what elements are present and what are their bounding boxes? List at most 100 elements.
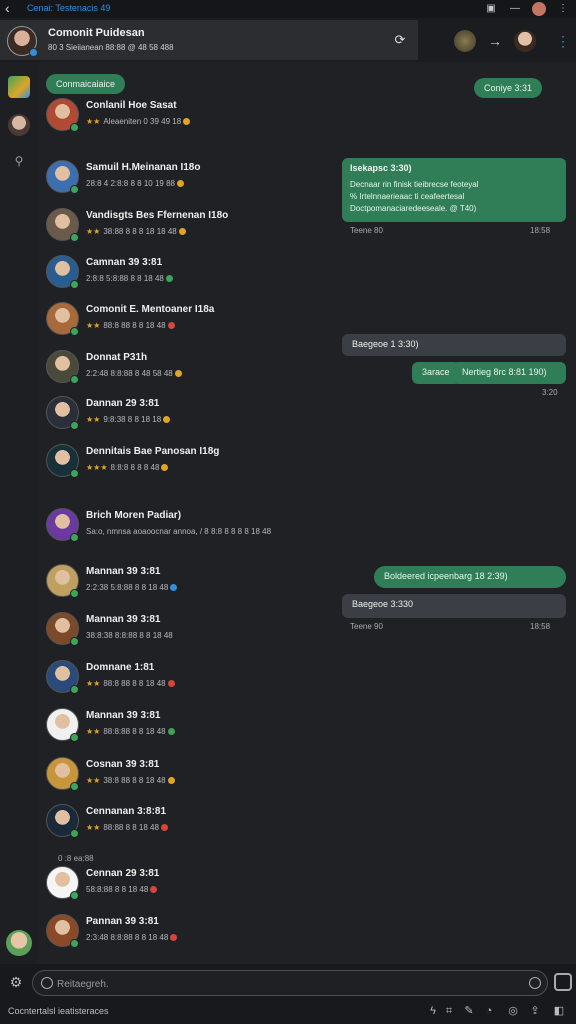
card-line-2: % Irtelnnaerieaac ti ceafeertesal — [350, 192, 465, 201]
reaction-icon[interactable] — [183, 118, 191, 125]
stars-icon: ★★★ — [86, 463, 108, 472]
header-subtitle: 80 3 Sieiianean 88:88 @ 48 58 488 — [48, 43, 174, 52]
row-meta-text: 8:8:8 8 8 8 48 — [110, 463, 160, 472]
self-avatar[interactable] — [6, 930, 32, 956]
reaction-icon[interactable] — [170, 934, 178, 941]
reaction-icon[interactable] — [174, 370, 182, 377]
window-icon[interactable]: ▣ — [484, 2, 498, 16]
reaction-dots — [173, 369, 184, 378]
feed-row[interactable]: Pannan 39 3:81 2:3:48 8:8:88 8 8 18 48 — [46, 914, 346, 950]
share-icon[interactable]: ⇪ — [528, 1004, 542, 1018]
message-card[interactable]: Isekapsc 3:30) Decnaar rin finisk tieibr… — [342, 158, 566, 222]
row-meta: 2:3:48 8:8:88 8 8 18 48 — [86, 933, 179, 942]
reaction-icon[interactable] — [161, 464, 169, 471]
reaction-icon[interactable] — [160, 824, 168, 831]
row-meta-text: 9:8:38 8 8 18 18 — [103, 415, 162, 424]
reaction-icon[interactable] — [165, 275, 173, 282]
feed-row[interactable]: Mannan 39 3:81 38:8:38 8:8:88 8 8 18 48 — [46, 612, 346, 648]
feed-row[interactable]: Cennan 29 3:81 58:8:88 8 8 18 48 — [46, 866, 346, 902]
reaction-icon[interactable] — [176, 180, 184, 187]
feed-row[interactable]: Mannan 39 3:81 ★★ 88:8:88 8 8 18 48 — [46, 708, 346, 744]
feed-row[interactable]: Mannan 39 3:81 2:2:38 5:8:88 8 8 18 48 — [46, 564, 346, 600]
pen-icon[interactable]: ✎ — [462, 1004, 476, 1018]
reaction-icon[interactable] — [170, 584, 178, 591]
user-avatar-icon[interactable] — [514, 30, 536, 52]
row-meta: ★★★ 8:8:8 8 8 8 48 — [86, 463, 170, 472]
row-meta-text: 88:8:88 8 8 18 48 — [103, 727, 166, 736]
green-pill-b[interactable]: Nertieg 8rc 8:81 190) — [452, 362, 566, 384]
right-pill-top[interactable]: Coniye 3:31 — [474, 78, 543, 98]
reaction-icon[interactable] — [167, 728, 175, 735]
composer: ⚙ Cocntertalsl ieatisteraces ϟ ⌗ ✎ ◔ ◎ ⇪… — [0, 964, 576, 1024]
row-meta: 2:2:48 8:8:88 8 48 58 48 — [86, 369, 184, 378]
bolt-icon[interactable]: ϟ — [426, 1004, 440, 1018]
bottom-pill-green[interactable]: Boldeered icpeenbarg 18 2:39) — [374, 566, 566, 588]
status-dot-icon — [70, 421, 79, 430]
gif-icon[interactable]: ◔ — [482, 1004, 496, 1018]
conversation-header: Comonit Puidesan 80 3 Sieiianean 88:88 @… — [0, 20, 418, 60]
more-icon[interactable]: ⋮ — [556, 2, 570, 16]
row-name: Donnat P31h — [86, 352, 148, 363]
card-title: Isekapsc 3:30) — [350, 163, 412, 173]
row-meta: 38:8:38 8:8:88 8 8 18 48 — [86, 631, 173, 640]
reaction-dots — [159, 823, 170, 832]
row-meta: 28:8 4 2:8:8 8 8 10 19 88 — [86, 179, 186, 188]
bottom-time-left: Teene 90 — [350, 622, 383, 631]
bottom-pill-dark[interactable]: Baegeoe 3:330 — [342, 594, 566, 618]
row-name: Brich Moren Padiar) — [86, 510, 182, 521]
back-arrow-icon[interactable]: ‹ — [5, 1, 19, 15]
sticker-icon[interactable]: ◎ — [506, 1004, 520, 1018]
message-input[interactable] — [57, 974, 527, 994]
row-meta-text: 28:8 4 2:8:8 8 8 10 19 88 — [86, 179, 175, 188]
reply-bubble[interactable]: Baegeoe 1 3:30) — [342, 334, 566, 356]
reaction-icon[interactable] — [178, 228, 186, 235]
reaction-dots — [166, 321, 177, 330]
forward-arrow-icon[interactable]: → — [484, 30, 506, 52]
reaction-icon[interactable] — [167, 777, 175, 784]
profile-avatar-icon[interactable] — [532, 2, 546, 16]
camera-icon[interactable]: ◧ — [552, 1004, 566, 1018]
row-name: Conlanil Hoe Sasat — [86, 100, 177, 111]
feed-row[interactable]: Donnat P31h 2:2:48 8:8:88 8 48 58 48 — [46, 350, 346, 386]
row-meta-text: 88:8 88 8 8 18 48 — [103, 321, 166, 330]
reaction-icon[interactable] — [167, 322, 175, 329]
feed-row[interactable]: Samuil H.Meinanan I18o 28:8 4 2:8:8 8 8 1… — [46, 160, 346, 196]
row-meta: ★★ 38:88 8 8 8 18 18 48 — [86, 227, 188, 236]
row-name: Pannan 39 3:81 — [86, 916, 159, 927]
feed-row[interactable]: Dennitais Bae Panosan I18g ★★★ 8:8:8 8 8 8… — [46, 444, 346, 480]
attach-icon[interactable]: ⌗ — [442, 1004, 456, 1018]
gear-icon[interactable]: ⚙ — [8, 974, 24, 990]
pin-icon[interactable]: ⚲ — [8, 150, 30, 172]
send-icon[interactable] — [554, 973, 572, 991]
status-dot-icon — [70, 589, 79, 598]
minimize-icon[interactable]: — — [508, 2, 522, 16]
status-dot-icon — [70, 280, 79, 289]
feed-row[interactable]: Dannan 29 3:81 ★★ 9:8:38 8 8 18 18 — [46, 396, 346, 432]
refresh-icon[interactable]: ⟳ — [392, 32, 408, 48]
reaction-icon[interactable] — [163, 416, 171, 423]
reaction-dots — [159, 463, 170, 472]
server-icon-map[interactable] — [8, 76, 30, 98]
server-icon-user[interactable] — [8, 114, 30, 136]
card-line-3: Doctpomanaciaredeeseale. @ T40) — [350, 204, 477, 213]
feed-row[interactable]: Cennanan 3:8:81 ★★ 88:88 8 8 18 48 — [46, 804, 346, 840]
reaction-icon[interactable] — [150, 886, 158, 893]
feed-row[interactable]: Camnan 39 3:81 2:8:8 5:8:88 8 8 18 48 — [46, 255, 346, 291]
reaction-dots — [161, 415, 172, 424]
row-meta: ★★ 9:8:38 8 8 18 18 — [86, 415, 172, 424]
kebab-menu-icon[interactable]: ⋮ — [552, 30, 574, 52]
game-icon[interactable] — [454, 30, 476, 52]
feed-row[interactable]: Comonit E. Mentoaner I18a ★★ 88:8 88 8 8 1… — [46, 302, 346, 338]
reaction-icon[interactable] — [167, 680, 175, 687]
label-pill-top[interactable]: Conmaicaiaice — [46, 74, 126, 94]
feed-row[interactable]: Conlanil Hoe Sasat ★★ Aleaeniten 0 39 49 1… — [46, 98, 346, 134]
stars-icon: ★★ — [86, 227, 101, 236]
feed-row[interactable]: Domnane 1:81 ★★ 88:8 88 8 8 18 48 — [46, 660, 346, 696]
stars-icon: ★★ — [86, 679, 101, 688]
feed-row[interactable]: Vandisgts Bes Ffernenan I18o ★★ 38:88 8 8 … — [46, 208, 346, 244]
emoji-icon[interactable] — [529, 977, 541, 989]
feed-row[interactable]: Brich Moren Padiar) Sa:o, nmnsa aoaoocnar… — [46, 508, 346, 544]
status-dot-icon — [70, 327, 79, 336]
row-meta: 2:2:38 5:8:88 8 8 18 48 — [86, 583, 179, 592]
feed-row[interactable]: Cosnan 39 3:81 ★★ 38:8 88 8 8 18 48 — [46, 757, 346, 793]
